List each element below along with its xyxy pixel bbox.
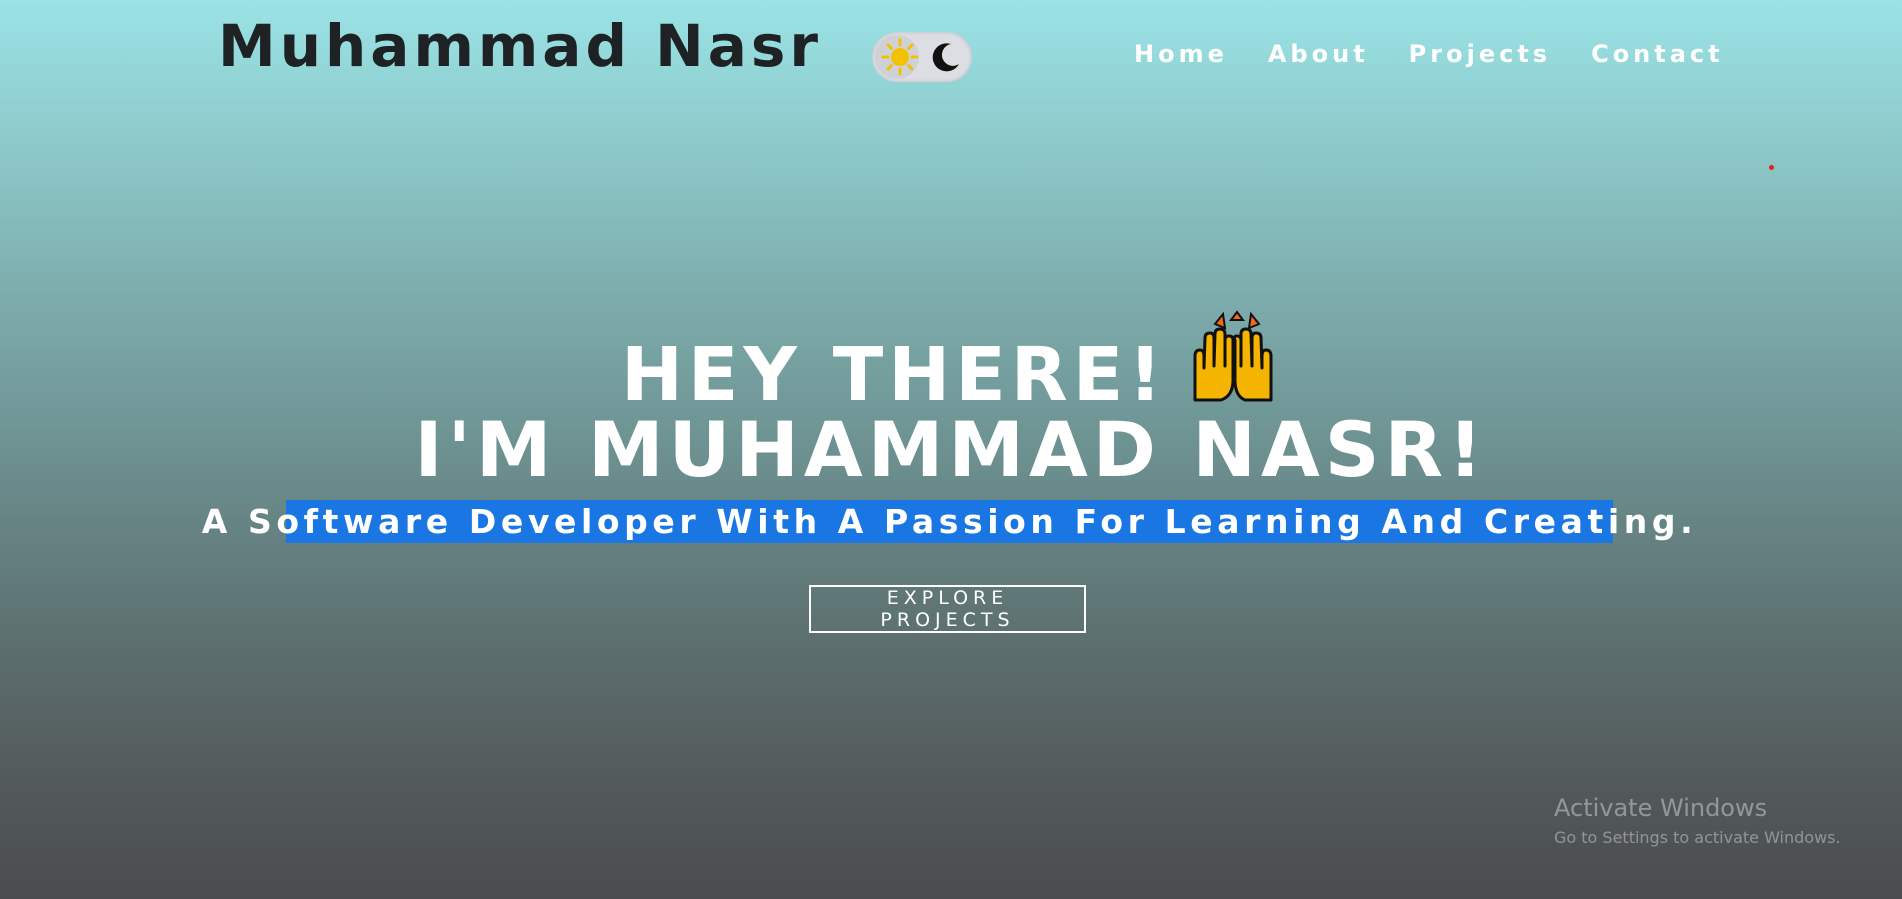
explore-projects-button[interactable]: EXPLORE PROJECTS: [809, 585, 1086, 633]
tagline-selection: A Software Developer With A Passion For …: [202, 500, 1693, 543]
site-logo-name[interactable]: Muhammad Nasr: [218, 12, 822, 80]
windows-activation-watermark: Activate Windows Go to Settings to activ…: [1554, 794, 1841, 847]
nav-projects[interactable]: Projects: [1409, 40, 1551, 68]
nav-contact[interactable]: Contact: [1591, 40, 1724, 68]
theme-toggle[interactable]: [872, 32, 972, 82]
main-nav: Home About Projects Contact: [1134, 40, 1724, 68]
watermark-subtitle: Go to Settings to activate Windows.: [1554, 828, 1841, 847]
nav-home[interactable]: Home: [1134, 40, 1228, 68]
watermark-title: Activate Windows: [1554, 794, 1768, 822]
hero-tagline: A Software Developer With A Passion For …: [201, 502, 1698, 541]
cursor-dot: [1769, 165, 1774, 170]
sun-icon: [881, 38, 919, 76]
hero-name: I'M MUHAMMAD NASR!: [414, 405, 1488, 494]
nav-about[interactable]: About: [1268, 40, 1369, 68]
moon-icon: [932, 43, 959, 72]
